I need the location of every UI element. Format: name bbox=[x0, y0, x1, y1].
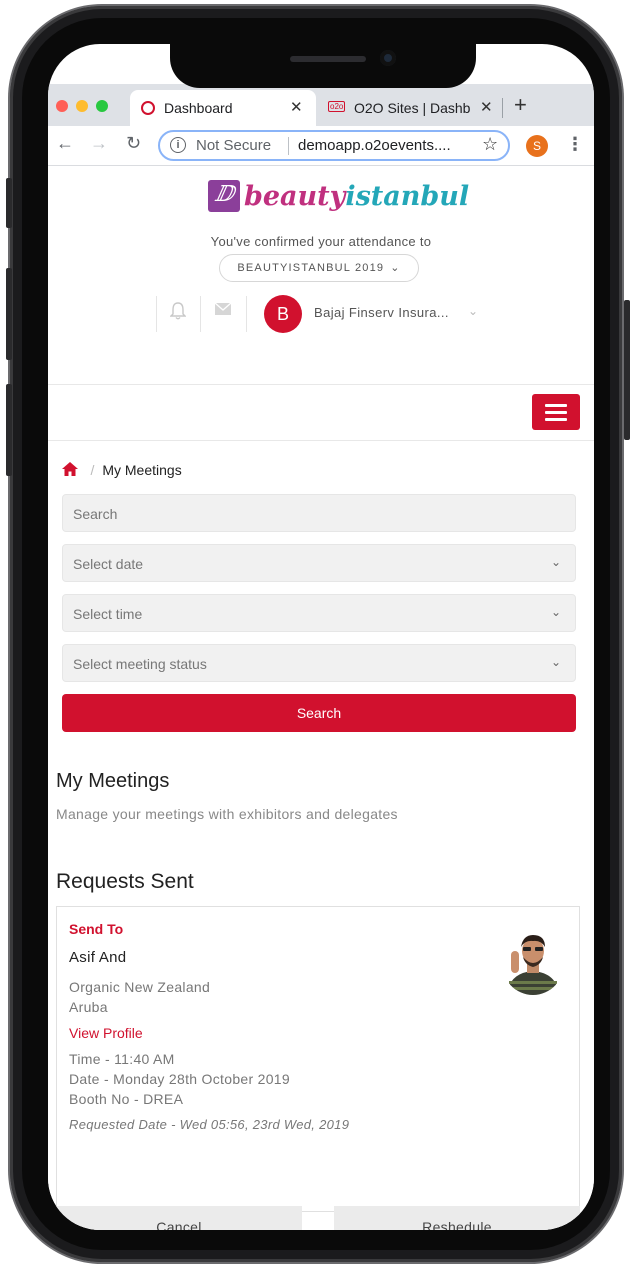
address-divider bbox=[288, 137, 289, 155]
logo-mark-icon: ⅅ bbox=[208, 180, 240, 212]
meeting-status-select[interactable]: Select meeting status ⌄ bbox=[62, 644, 576, 682]
speaker-grille bbox=[290, 56, 366, 62]
tab-title: O2O Sites | Dashb bbox=[354, 100, 471, 116]
requested-date: Requested Date - Wed 05:56, 23rd Wed, 20… bbox=[69, 1117, 350, 1132]
meeting-date: Date - Monday 28th October 2019 bbox=[69, 1071, 290, 1087]
time-select[interactable]: Select time ⌄ bbox=[62, 594, 576, 632]
info-icon[interactable]: i bbox=[170, 137, 186, 153]
time-placeholder: Select time bbox=[73, 606, 143, 622]
front-camera bbox=[380, 50, 396, 66]
volume-up-button bbox=[6, 268, 12, 360]
meeting-request-card: Send To Asif And Organic New Zealand Aru… bbox=[56, 906, 580, 1212]
divider bbox=[48, 384, 594, 385]
user-name[interactable]: Bajaj Finserv Insura... bbox=[314, 305, 449, 320]
divider bbox=[156, 296, 157, 332]
hamburger-menu-button[interactable] bbox=[532, 394, 580, 430]
divider bbox=[200, 296, 201, 332]
status-placeholder: Select meeting status bbox=[73, 656, 207, 672]
new-tab-icon[interactable]: + bbox=[514, 92, 527, 118]
send-to-label: Send To bbox=[69, 921, 124, 937]
contact-photo[interactable] bbox=[501, 927, 565, 995]
contact-country: Aruba bbox=[69, 999, 108, 1015]
forward-arrow-icon[interactable]: → bbox=[90, 133, 108, 154]
phone-notch bbox=[170, 40, 476, 88]
user-bar: B Bajaj Finserv Insura... ⌄ bbox=[156, 292, 516, 336]
o2o-favicon-icon bbox=[141, 101, 155, 115]
bookmark-star-icon[interactable]: ☆ bbox=[482, 134, 498, 155]
back-arrow-icon[interactable]: ← bbox=[56, 133, 74, 154]
view-profile-link[interactable]: View Profile bbox=[69, 1025, 143, 1041]
breadcrumb-separator: / bbox=[90, 462, 95, 478]
window-zoom-dot[interactable] bbox=[96, 100, 108, 112]
tab-divider bbox=[502, 98, 503, 118]
section-title: Requests Sent bbox=[56, 870, 194, 893]
breadcrumb: / My Meetings bbox=[62, 462, 182, 480]
window-close-dot[interactable] bbox=[56, 100, 68, 112]
reload-icon[interactable]: ↻ bbox=[126, 133, 141, 154]
booth-number: Booth No - DREA bbox=[69, 1091, 184, 1107]
search-input[interactable]: Search bbox=[62, 494, 576, 532]
divider bbox=[246, 296, 247, 332]
page-title: My Meetings bbox=[56, 770, 170, 792]
contact-name: Asif And bbox=[69, 949, 127, 966]
attendance-confirmation: You've confirmed your attendance to bbox=[210, 234, 432, 249]
reschedule-button[interactable]: Reshedule bbox=[334, 1206, 580, 1230]
contact-company: Organic New Zealand bbox=[69, 979, 211, 995]
chevron-down-icon: ⌄ bbox=[550, 555, 561, 569]
breadcrumb-current: My Meetings bbox=[102, 462, 182, 478]
date-placeholder: Select date bbox=[73, 556, 144, 572]
url-text[interactable]: demoapp.o2oevents.... bbox=[298, 137, 451, 154]
chevron-down-icon: ⌄ bbox=[550, 605, 561, 619]
web-page: ⅅbeautyistanbul You've confirmed your at… bbox=[48, 166, 594, 1230]
window-minimize-dot[interactable] bbox=[76, 100, 88, 112]
page-subtitle: Manage your meetings with exhibitors and… bbox=[56, 806, 398, 822]
chevron-down-icon: ⌄ bbox=[550, 655, 561, 669]
logo-text-beauty: beauty bbox=[244, 180, 346, 212]
tab-title: Dashboard bbox=[164, 100, 233, 116]
browser-toolbar: ← → ↻ i Not Secure demoapp.o2oevents....… bbox=[48, 126, 594, 166]
logo-text-istanbul: istanbul bbox=[345, 180, 470, 212]
home-icon[interactable] bbox=[62, 462, 82, 479]
user-avatar[interactable]: B bbox=[264, 295, 302, 333]
close-tab-icon[interactable]: ✕ bbox=[480, 98, 493, 116]
meeting-time: Time - 11:40 AM bbox=[69, 1051, 175, 1067]
tab-dashboard[interactable]: Dashboard ✕ bbox=[130, 90, 316, 126]
mute-switch bbox=[6, 178, 12, 228]
address-bar[interactable]: i Not Secure demoapp.o2oevents.... ☆ bbox=[158, 130, 510, 161]
cancel-button[interactable]: Cancel bbox=[56, 1206, 302, 1230]
volume-down-button bbox=[6, 384, 12, 476]
event-name: BEAUTYISTANBUL 2019 bbox=[237, 262, 385, 274]
brand-logo[interactable]: ⅅbeautyistanbul bbox=[208, 180, 469, 216]
chevron-down-icon[interactable]: ⌄ bbox=[468, 304, 478, 318]
event-selector[interactable]: BEAUTYISTANBUL 2019 ⌄ bbox=[219, 254, 419, 282]
more-menu-icon[interactable]: ⋮ bbox=[566, 134, 584, 155]
close-tab-icon[interactable]: ✕ bbox=[290, 98, 303, 116]
tab-o2o-sites[interactable]: o2o O2O Sites | Dashb ✕ bbox=[320, 90, 510, 126]
search-button[interactable]: Search bbox=[62, 694, 576, 732]
o2o-favicon-icon: o2o bbox=[328, 101, 346, 112]
phone-screen: Dashboard ✕ o2o O2O Sites | Dashb ✕ + ← … bbox=[48, 44, 594, 1230]
divider bbox=[48, 440, 594, 441]
date-select[interactable]: Select date ⌄ bbox=[62, 544, 576, 582]
profile-avatar[interactable]: S bbox=[526, 135, 548, 157]
security-label: Not Secure bbox=[196, 137, 272, 154]
chevron-down-icon: ⌄ bbox=[390, 262, 401, 274]
mail-icon[interactable] bbox=[214, 302, 232, 321]
bell-icon[interactable] bbox=[169, 302, 187, 325]
power-button bbox=[624, 300, 630, 440]
search-placeholder: Search bbox=[73, 506, 118, 522]
